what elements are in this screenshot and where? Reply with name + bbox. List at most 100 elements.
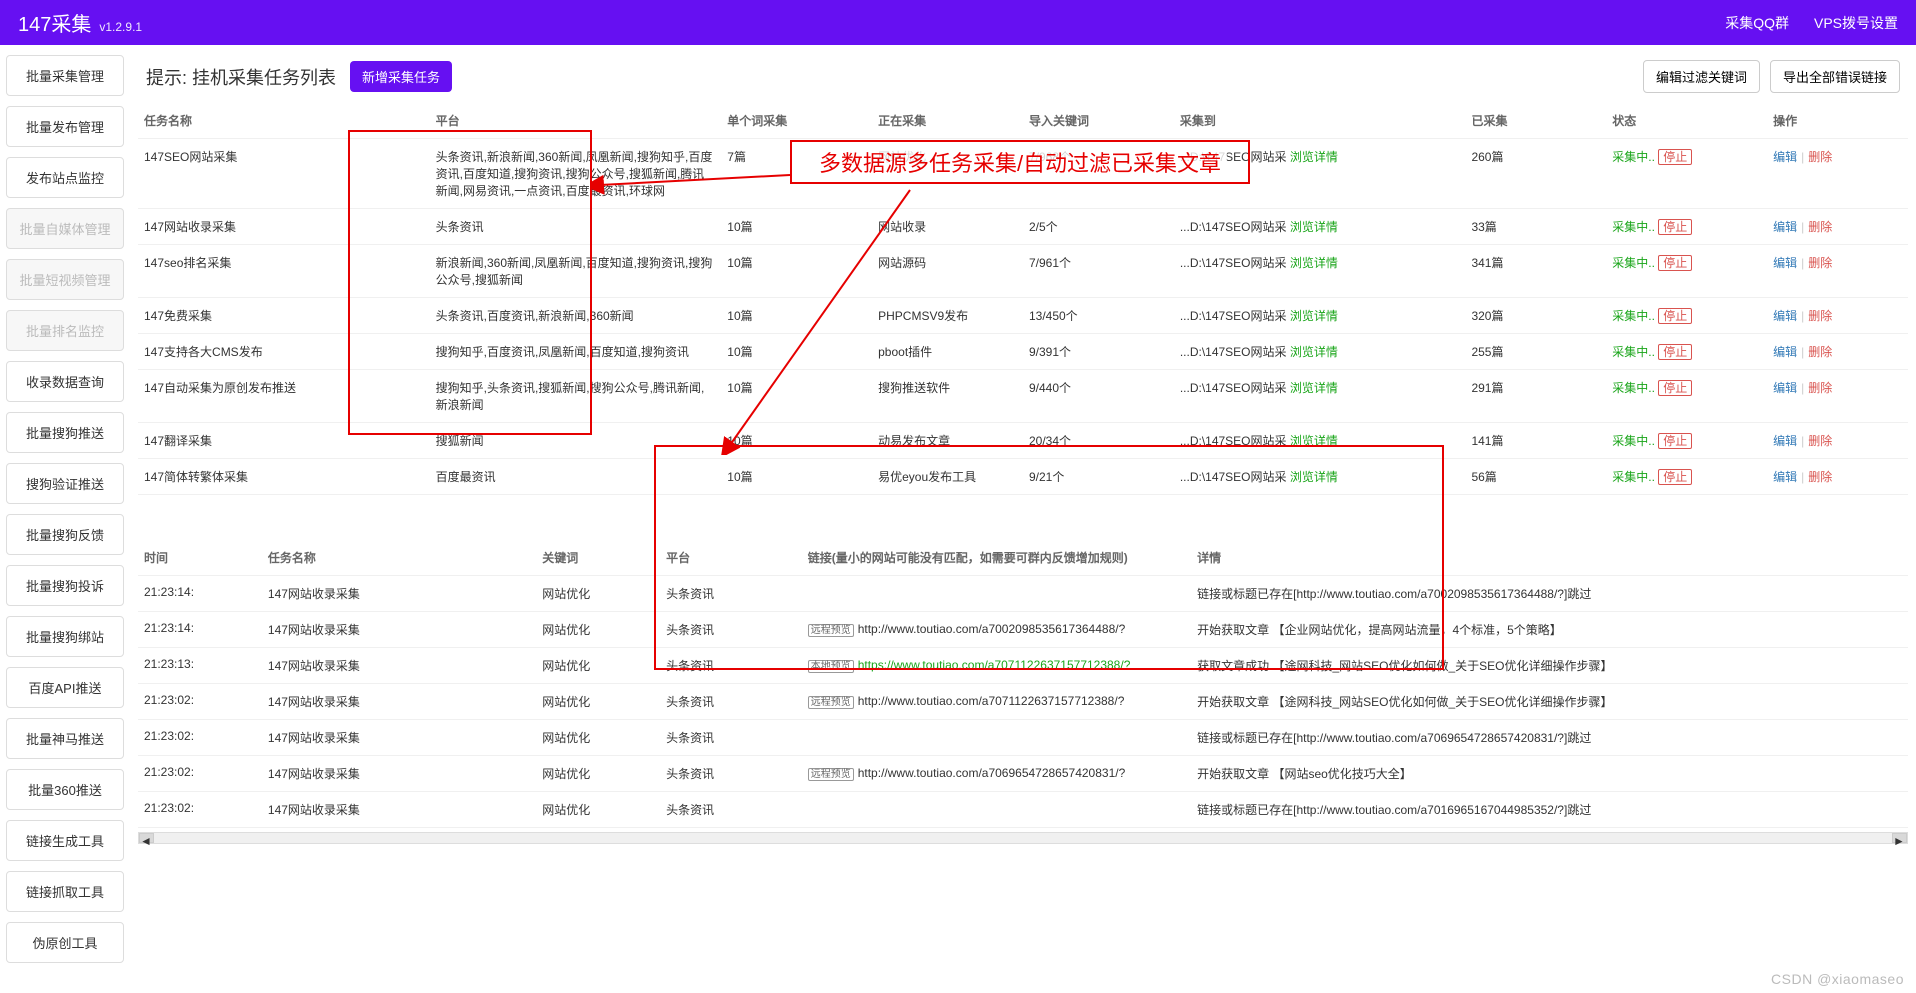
- new-task-button[interactable]: 新增采集任务: [350, 61, 452, 92]
- sidebar-item-9[interactable]: 批量搜狗反馈: [6, 514, 124, 555]
- log-time: 21:23:02:: [138, 720, 262, 756]
- cell-single: 10篇: [721, 459, 872, 495]
- log-link: 远程预览 http://www.toutiao.com/a700209853561…: [802, 612, 1191, 648]
- log-url[interactable]: http://www.toutiao.com/a7071122637157712…: [858, 694, 1125, 708]
- stop-button[interactable]: 停止: [1658, 255, 1692, 271]
- log-name: 147网站收录采集: [262, 648, 536, 684]
- sidebar-item-0[interactable]: 批量采集管理: [6, 55, 124, 96]
- stop-button[interactable]: 停止: [1658, 433, 1692, 449]
- browse-detail-link[interactable]: 浏览详情: [1290, 434, 1338, 448]
- preview-badge[interactable]: 远程预览: [808, 768, 854, 781]
- stop-button[interactable]: 停止: [1658, 308, 1692, 324]
- delete-link[interactable]: 删除: [1808, 345, 1832, 359]
- sidebar-item-1[interactable]: 批量发布管理: [6, 106, 124, 147]
- browse-detail-link[interactable]: 浏览详情: [1290, 470, 1338, 484]
- sidebar-item-16[interactable]: 链接抓取工具: [6, 871, 124, 912]
- cell-keywords: 9/440个: [1023, 370, 1174, 423]
- log-platform: 头条资讯: [660, 648, 802, 684]
- log-link: 本地预览 https://www.toutiao.com/a70711226371…: [802, 648, 1191, 684]
- cell-collected: 255篇: [1465, 334, 1606, 370]
- cell-single: 10篇: [721, 423, 872, 459]
- delete-link[interactable]: 删除: [1808, 256, 1832, 270]
- th-name: 任务名称: [138, 103, 430, 139]
- vps-settings-link[interactable]: VPS拨号设置: [1814, 13, 1898, 33]
- log-url[interactable]: http://www.toutiao.com/a7002098535617364…: [858, 622, 1126, 636]
- browse-detail-link[interactable]: 浏览详情: [1290, 220, 1338, 234]
- th-keywords: 导入关键词: [1023, 103, 1174, 139]
- delete-link[interactable]: 删除: [1808, 434, 1832, 448]
- log-platform: 头条资讯: [660, 792, 802, 828]
- cell-action: 编辑|删除: [1767, 423, 1908, 459]
- browse-detail-link[interactable]: 浏览详情: [1290, 150, 1338, 164]
- sidebar-item-13[interactable]: 批量神马推送: [6, 718, 124, 759]
- delete-link[interactable]: 删除: [1808, 381, 1832, 395]
- stop-button[interactable]: 停止: [1658, 149, 1692, 165]
- cell-keywords: 9/391个: [1023, 334, 1174, 370]
- sidebar-item-2[interactable]: 发布站点监控: [6, 157, 124, 198]
- sidebar-item-14[interactable]: 批量360推送: [6, 769, 124, 810]
- delete-link[interactable]: 删除: [1808, 220, 1832, 234]
- filter-keywords-button[interactable]: 编辑过滤关键词: [1643, 60, 1760, 93]
- brand-name: 147采集: [18, 8, 91, 37]
- stop-button[interactable]: 停止: [1658, 219, 1692, 235]
- export-errors-button[interactable]: 导出全部错误链接: [1770, 60, 1900, 93]
- sidebar-item-8[interactable]: 搜狗验证推送: [6, 463, 124, 504]
- stop-button[interactable]: 停止: [1658, 469, 1692, 485]
- log-link: [802, 576, 1191, 612]
- scroll-right-icon[interactable]: ►: [1892, 833, 1907, 843]
- cell-collecting: 易优eyou发布工具: [872, 459, 1023, 495]
- cell-collect-to: ...D:\147SEO网站采 浏览详情: [1174, 209, 1466, 245]
- th-collecting: 正在采集: [872, 103, 1023, 139]
- cell-collected: 341篇: [1465, 245, 1606, 298]
- edit-link[interactable]: 编辑: [1773, 220, 1797, 234]
- preview-badge[interactable]: 远程预览: [808, 624, 854, 637]
- browse-detail-link[interactable]: 浏览详情: [1290, 345, 1338, 359]
- sidebar-item-6[interactable]: 收录数据查询: [6, 361, 124, 402]
- browse-detail-link[interactable]: 浏览详情: [1290, 381, 1338, 395]
- sidebar-item-7[interactable]: 批量搜狗推送: [6, 412, 124, 453]
- scroll-left-icon[interactable]: ◄: [139, 833, 154, 843]
- log-detail: 开始获取文章 【途网科技_网站SEO优化如何做_关于SEO优化详细操作步骤】: [1191, 684, 1908, 720]
- cell-collect-to: ...D:\147SEO网站采 浏览详情: [1174, 139, 1466, 209]
- cell-single: 10篇: [721, 245, 872, 298]
- log-time: 21:23:02:: [138, 684, 262, 720]
- delete-link[interactable]: 删除: [1808, 470, 1832, 484]
- log-url[interactable]: http://www.toutiao.com/a7069654728657420…: [858, 766, 1126, 780]
- edit-link[interactable]: 编辑: [1773, 345, 1797, 359]
- main-panel: 提示: 挂机采集任务列表 新增采集任务 编辑过滤关键词 导出全部错误链接 任务名…: [130, 45, 1916, 993]
- stop-button[interactable]: 停止: [1658, 344, 1692, 360]
- sidebar-item-10[interactable]: 批量搜狗投诉: [6, 565, 124, 606]
- edit-link[interactable]: 编辑: [1773, 150, 1797, 164]
- cell-collected: 291篇: [1465, 370, 1606, 423]
- cell-action: 编辑|删除: [1767, 139, 1908, 209]
- log-row: 21:23:02:147网站收录采集网站优化头条资讯远程预览http://www…: [138, 684, 1908, 720]
- log-url[interactable]: https://www.toutiao.com/a707112263715771…: [858, 658, 1131, 672]
- cell-status: 采集中.. 停止: [1606, 459, 1767, 495]
- cell-action: 编辑|删除: [1767, 334, 1908, 370]
- sidebar-item-11[interactable]: 批量搜狗绑站: [6, 616, 124, 657]
- preview-badge[interactable]: 远程预览: [808, 696, 854, 709]
- sidebar-item-12[interactable]: 百度API推送: [6, 667, 124, 708]
- qq-group-link[interactable]: 采集QQ群: [1725, 13, 1789, 33]
- cell-name: 147翻译采集: [138, 423, 430, 459]
- stop-button[interactable]: 停止: [1658, 380, 1692, 396]
- cell-keywords: 20/34个: [1023, 423, 1174, 459]
- edit-link[interactable]: 编辑: [1773, 434, 1797, 448]
- browse-detail-link[interactable]: 浏览详情: [1290, 256, 1338, 270]
- edit-link[interactable]: 编辑: [1773, 381, 1797, 395]
- edit-link[interactable]: 编辑: [1773, 256, 1797, 270]
- sidebar-item-15[interactable]: 链接生成工具: [6, 820, 124, 861]
- sidebar-item-17[interactable]: 伪原创工具: [6, 922, 124, 963]
- delete-link[interactable]: 删除: [1808, 309, 1832, 323]
- log-row: 21:23:02:147网站收录采集网站优化头条资讯远程预览http://www…: [138, 756, 1908, 792]
- preview-badge[interactable]: 本地预览: [808, 660, 854, 673]
- delete-link[interactable]: 删除: [1808, 150, 1832, 164]
- cell-single: 10篇: [721, 334, 872, 370]
- edit-link[interactable]: 编辑: [1773, 309, 1797, 323]
- browse-detail-link[interactable]: 浏览详情: [1290, 309, 1338, 323]
- horizontal-scrollbar[interactable]: ◄ ►: [138, 832, 1908, 844]
- version-label: v1.2.9.1: [99, 20, 142, 34]
- cell-status: 采集中.. 停止: [1606, 423, 1767, 459]
- cell-name: 147自动采集为原创发布推送: [138, 370, 430, 423]
- edit-link[interactable]: 编辑: [1773, 470, 1797, 484]
